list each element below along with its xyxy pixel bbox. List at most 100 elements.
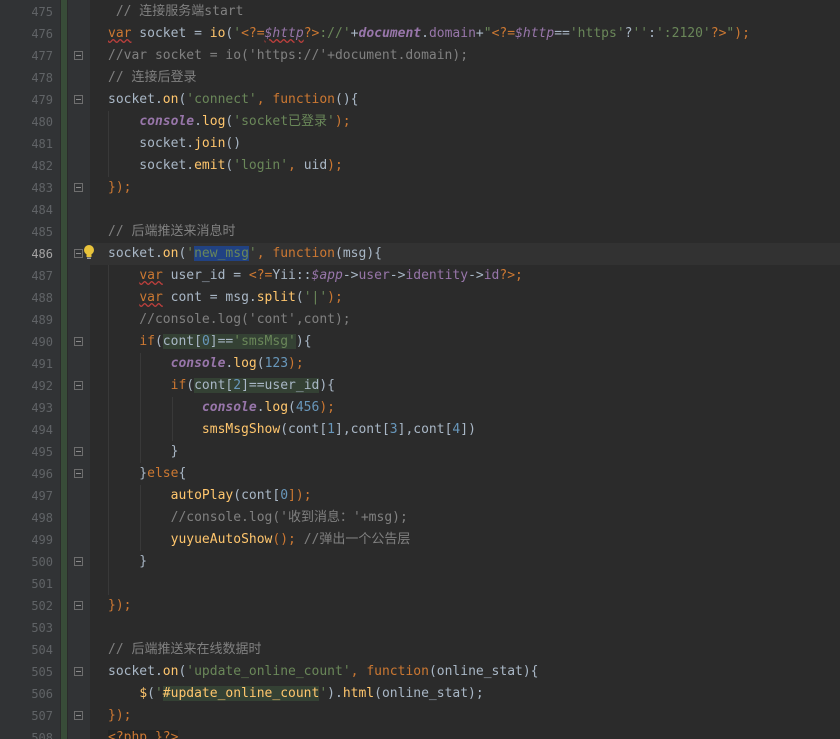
code-token: ' [319, 686, 328, 701]
code-line[interactable]: if(cont[2]==user_id){ [90, 375, 840, 397]
line-number[interactable]: 481 [0, 133, 53, 155]
line-number[interactable]: 504 [0, 639, 53, 661]
code-token: <?php }?> [108, 730, 179, 739]
line-number[interactable]: 496 [0, 463, 53, 485]
code-token: ( [295, 290, 304, 305]
code-text: // 连接后登录 [108, 67, 196, 89]
line-number[interactable]: 489 [0, 309, 53, 331]
code-line[interactable]: yuyueAutoShow(); //弹出一个公告层 [90, 529, 840, 551]
code-token: socket = [131, 26, 210, 41]
line-number[interactable]: 482 [0, 155, 53, 177]
line-number[interactable]: 478 [0, 67, 53, 89]
line-number[interactable]: 477 [0, 45, 53, 67]
code-line[interactable]: var cont = msg.split('|'); [90, 287, 840, 309]
line-number[interactable]: 505 [0, 661, 53, 683]
code-line[interactable]: }); [90, 595, 840, 617]
line-number[interactable]: 500 [0, 551, 53, 573]
line-number[interactable]: 501 [0, 573, 53, 595]
code-line[interactable]: //console.log('cont',cont); [90, 309, 840, 331]
code-line[interactable]: }); [90, 177, 840, 199]
code-line[interactable]: }else{ [90, 463, 840, 485]
code-line[interactable]: $('#update_online_count').html(online_st… [90, 683, 840, 705]
line-number[interactable]: 503 [0, 617, 53, 639]
code-text: console.log(456); [108, 397, 335, 419]
fold-marker-icon[interactable] [74, 183, 83, 192]
code-line[interactable]: socket.join() [90, 133, 840, 155]
code-area[interactable]: // 连接服务端start var socket = io('<?=$http?>… [90, 0, 840, 739]
code-line[interactable]: var socket = io('<?=$http?>://'+document… [90, 23, 840, 45]
fold-marker-icon[interactable] [74, 557, 83, 566]
code-token: . [421, 26, 429, 41]
code-line[interactable]: }); [90, 705, 840, 727]
line-number[interactable]: 499 [0, 529, 53, 551]
code-token: '' [632, 26, 649, 41]
line-number-gutter[interactable]: 475 476 477 478 479 480 481 482 483 484 485 486 487 4… [0, 0, 60, 739]
fold-marker-icon[interactable] [74, 337, 83, 346]
line-number[interactable]: 483 [0, 177, 53, 199]
code-line[interactable]: // 连接服务端start [90, 1, 840, 23]
code-editor[interactable]: 475 476 477 478 479 480 481 482 483 484 485 486 487 4… [0, 0, 840, 739]
line-number[interactable]: 498 [0, 507, 53, 529]
fold-marker-icon[interactable] [74, 381, 83, 390]
line-number[interactable]: 495 [0, 441, 53, 463]
line-number[interactable]: 508 [0, 727, 53, 739]
fold-marker-icon[interactable] [74, 667, 83, 676]
indent-guide [108, 111, 109, 177]
line-number[interactable]: 497 [0, 485, 53, 507]
line-number[interactable]: 492 [0, 375, 53, 397]
line-number[interactable]: 479 [0, 89, 53, 111]
code-line[interactable]: socket.on('connect', function(){ [90, 89, 840, 111]
fold-marker-icon[interactable] [74, 51, 83, 60]
line-number[interactable]: 502 [0, 595, 53, 617]
code-line[interactable]: smsMsgShow(cont[1],cont[3],cont[4]) [90, 419, 840, 441]
code-token: " [483, 26, 492, 41]
line-number[interactable]: 484 [0, 199, 53, 221]
line-number[interactable]: 485 [0, 221, 53, 243]
fold-marker-icon[interactable] [74, 447, 83, 456]
code-line[interactable]: socket.on('update_online_count', functio… [90, 661, 840, 683]
code-line[interactable]: // 连接后登录 [90, 67, 840, 89]
code-token: on [162, 92, 179, 107]
code-line[interactable]: <?php }?> [90, 727, 840, 739]
line-number[interactable]: 490 [0, 331, 53, 353]
code-line[interactable] [90, 199, 840, 221]
code-token: } [108, 554, 148, 569]
fold-marker-icon[interactable] [74, 601, 83, 610]
line-number[interactable]: 506 [0, 683, 53, 705]
code-token: ); [334, 114, 351, 129]
line-number[interactable]: 476 [0, 23, 53, 45]
code-line[interactable]: //var socket = io('https://'+document.do… [90, 45, 840, 67]
code-line[interactable] [90, 573, 840, 595]
line-number[interactable]: 493 [0, 397, 53, 419]
code-line[interactable]: // 后端推送来消息时 [90, 221, 840, 243]
code-line[interactable]: //console.log('收到消息：'+msg); [90, 507, 840, 529]
code-line[interactable]: } [90, 551, 840, 573]
code-line[interactable]: console.log(123); [90, 353, 840, 375]
code-line[interactable]: socket.emit('login', uid); [90, 155, 840, 177]
line-number[interactable]: 486 [0, 243, 53, 265]
code-line[interactable]: if(cont[0]=='smsMsg'){ [90, 331, 840, 353]
code-token: ]== [209, 334, 234, 349]
code-text: }); [108, 595, 131, 617]
lightbulb-icon[interactable] [82, 244, 96, 260]
code-token: 'update_online_count' [186, 664, 351, 679]
line-number[interactable]: 491 [0, 353, 53, 375]
code-line[interactable]: socket.on('new_msg', function(msg){ [90, 243, 840, 265]
fold-marker-icon[interactable] [74, 469, 83, 478]
line-number[interactable]: 487 [0, 265, 53, 287]
code-line[interactable]: console.log(456); [90, 397, 840, 419]
line-number[interactable]: 480 [0, 111, 53, 133]
fold-marker-icon[interactable] [74, 95, 83, 104]
code-token: ':2120' [655, 26, 711, 41]
fold-marker-icon[interactable] [74, 711, 83, 720]
code-line[interactable]: // 后端推送来在线数据时 [90, 639, 840, 661]
code-line[interactable]: } [90, 441, 840, 463]
code-line[interactable] [90, 617, 840, 639]
code-line[interactable]: var user_id = <?=Yii::$app->user->identi… [90, 265, 840, 287]
line-number[interactable]: 494 [0, 419, 53, 441]
line-number[interactable]: 475 [0, 1, 53, 23]
line-number[interactable]: 507 [0, 705, 53, 727]
code-line[interactable]: autoPlay(cont[0]); [90, 485, 840, 507]
code-line[interactable]: console.log('socket已登录'); [90, 111, 840, 133]
line-number[interactable]: 488 [0, 287, 53, 309]
